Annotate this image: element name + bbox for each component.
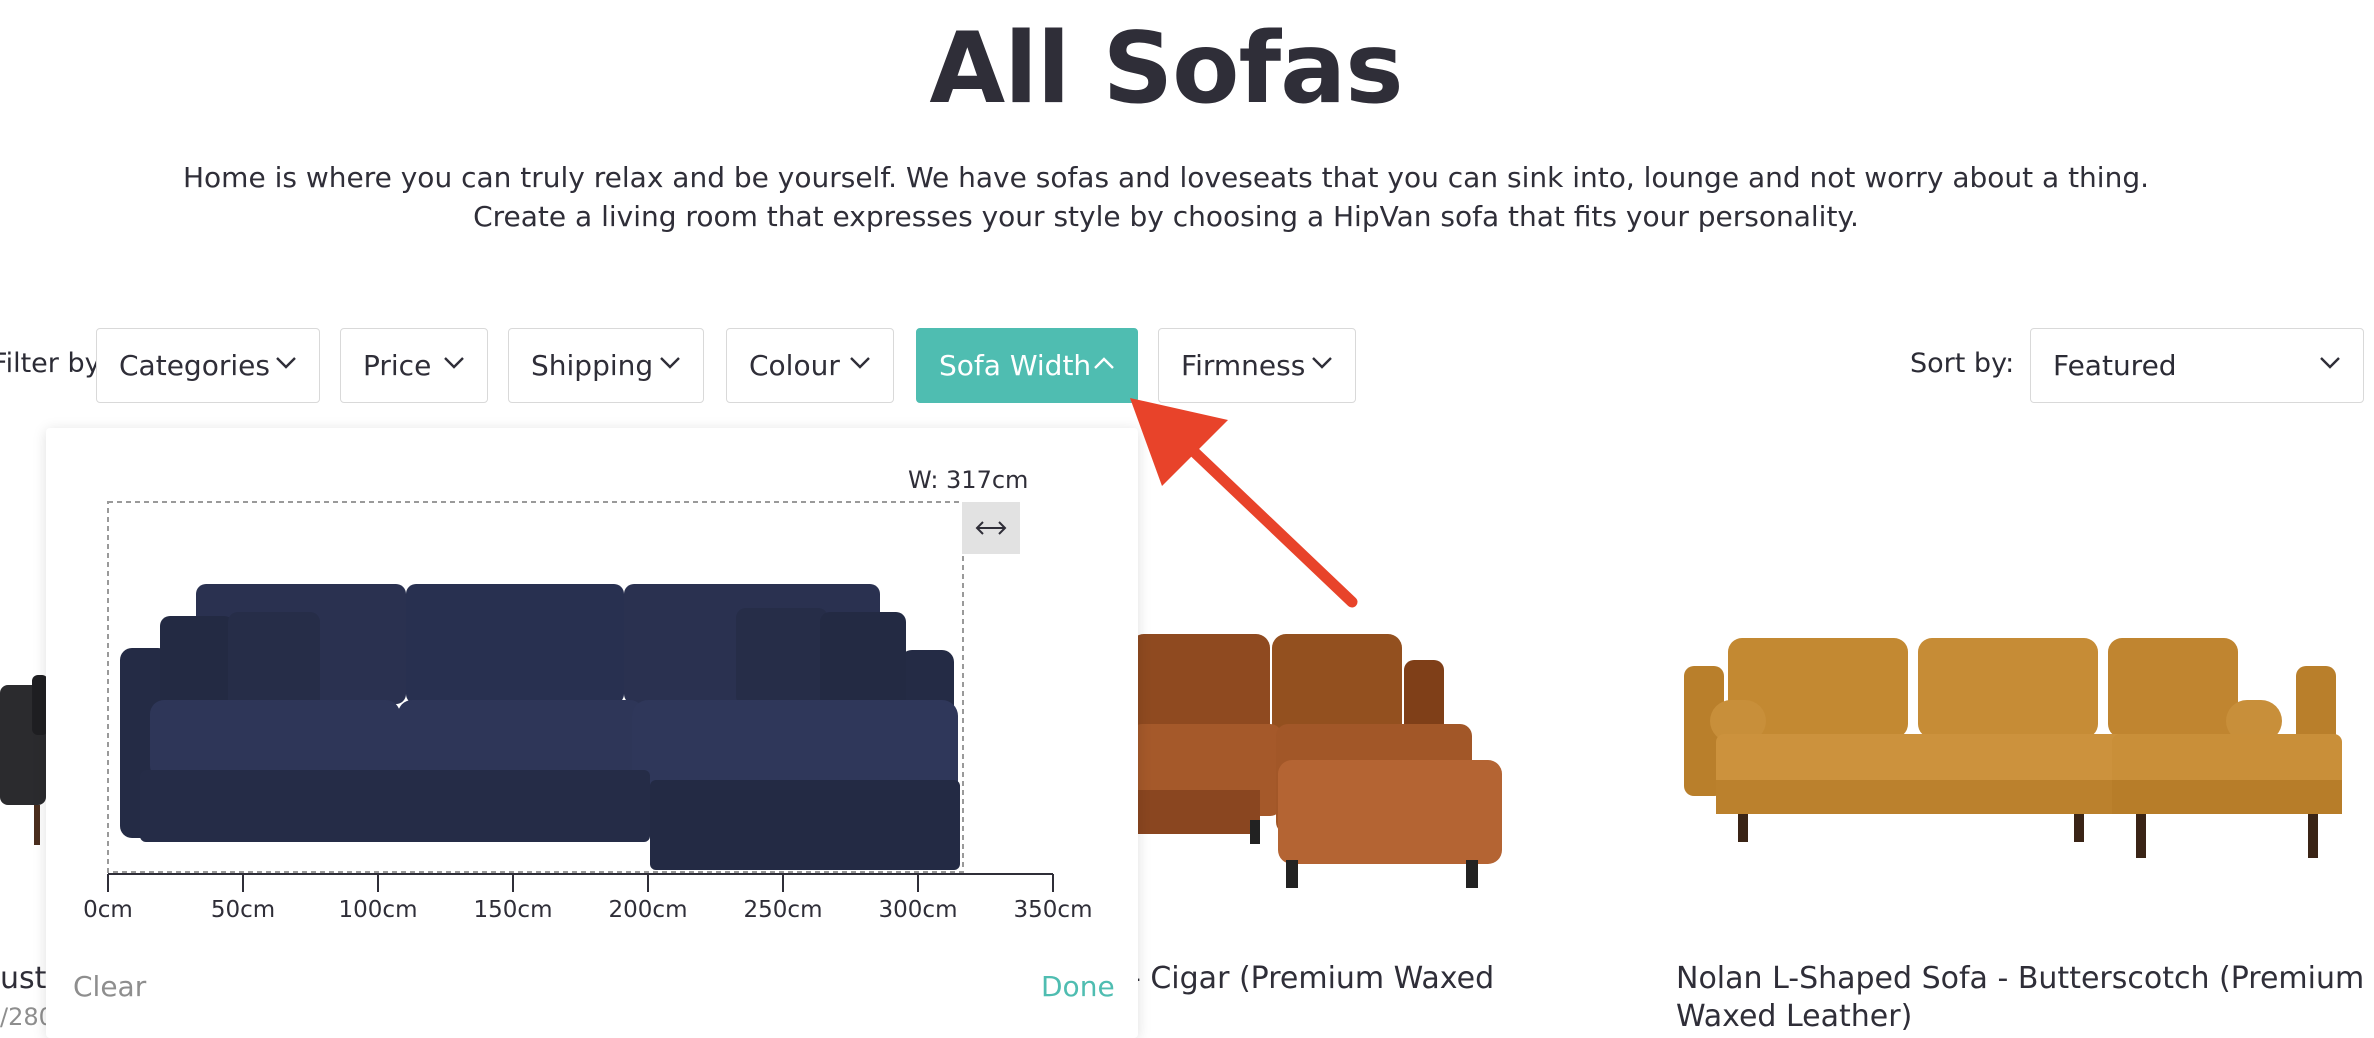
scale-tick-label: 300cm — [878, 897, 958, 923]
annotation-arrow-icon — [1130, 398, 1358, 608]
horizontal-resize-icon — [975, 521, 1007, 535]
scale-tick-label: 350cm — [1013, 897, 1093, 923]
product-image-2[interactable] — [1130, 620, 1510, 900]
filter-label-firmness: Firmness — [1181, 349, 1306, 382]
clear-button[interactable]: Clear — [73, 970, 146, 1003]
width-scale-axis — [107, 873, 1054, 892]
product-image-3[interactable] — [1676, 630, 2356, 890]
scale-tick-label: 100cm — [338, 897, 418, 923]
chevron-down-icon — [2320, 357, 2340, 369]
scale-tick-label: 250cm — [743, 897, 823, 923]
scale-tick-label: 150cm — [473, 897, 553, 923]
sort-by-label: Sort by: — [1910, 348, 2015, 379]
width-resize-handle[interactable] — [962, 502, 1020, 554]
product-name-3[interactable]: Nolan L-Shaped Sofa - Butterscotch (Prem… — [1676, 960, 2364, 1036]
sort-selected-value: Featured — [2053, 349, 2177, 382]
sort-select[interactable]: Featured — [2030, 328, 2364, 403]
product-name-2[interactable]: - Cigar (Premium Waxed — [1130, 960, 1494, 998]
scale-tick-label: 0cm — [83, 897, 133, 923]
product-name-3-line-1: Nolan L-Shaped Sofa - Butterscotch (Prem… — [1676, 961, 2365, 996]
sofa-preview-image — [120, 584, 960, 870]
product-name-3-line-2: Waxed Leather) — [1676, 999, 1913, 1034]
width-readout: W: 317cm — [908, 466, 1029, 494]
scale-tick-label: 50cm — [210, 897, 276, 923]
done-button[interactable]: Done — [1041, 970, 1115, 1003]
scale-tick-label: 200cm — [608, 897, 688, 923]
chevron-down-icon — [1312, 357, 1332, 369]
